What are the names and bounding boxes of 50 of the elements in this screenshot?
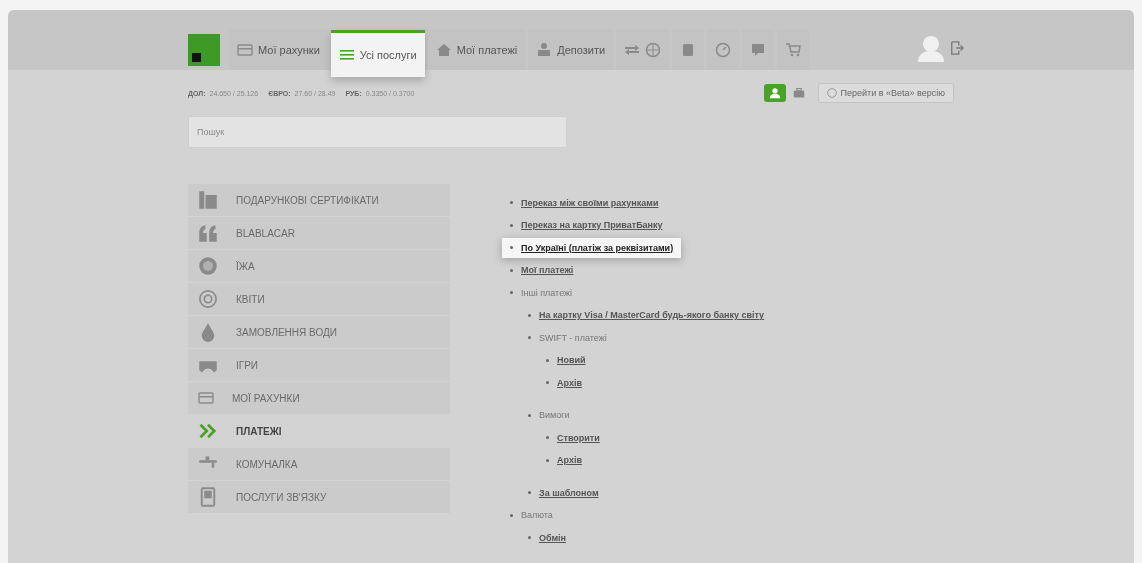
list-icon <box>338 47 355 63</box>
dial-icon <box>715 42 732 58</box>
sidebar-item[interactable]: ПЛАТЕЖІ <box>188 415 450 447</box>
menu-group-label: Валюта <box>521 510 553 520</box>
beta-button[interactable]: Перейти в «Beta» версію <box>817 83 954 103</box>
menu-link[interactable]: Мої платежі <box>521 265 574 275</box>
globe-icon <box>645 42 662 58</box>
menu-group-label: Інші платежі <box>521 287 573 298</box>
circle-icon <box>826 88 837 98</box>
menu-link[interactable]: Архів <box>557 377 582 388</box>
menu-link[interactable]: По Україні (платіж за реквізитами) <box>521 242 674 253</box>
menu-link[interactable]: Створити <box>557 432 600 443</box>
quote-icon <box>198 223 218 243</box>
chat-icon <box>750 42 767 58</box>
person-desk-icon <box>536 42 553 58</box>
house-icon <box>435 42 452 58</box>
sidebar-item[interactable]: КОМУНАЛКА <box>188 448 450 480</box>
menu-link[interactable]: Переказ між своїми рахунками <box>521 197 659 208</box>
sidebar-item[interactable]: ЇЖА <box>188 250 450 282</box>
mode-toggle[interactable] <box>763 84 786 102</box>
card-icon <box>237 42 253 58</box>
logo-icon[interactable] <box>188 34 220 66</box>
sidebar-item[interactable]: ПОСЛУГИ ЗВ'ЯЗКУ <box>188 481 450 513</box>
sidebar-item[interactable]: КВІТИ <box>188 283 450 315</box>
avatar-icon[interactable] <box>918 34 944 62</box>
menu-link[interactable]: Обмін <box>539 532 567 543</box>
sidebar-item[interactable]: ІГРИ <box>188 349 450 381</box>
sidebar-item[interactable]: ЗАМОВЛЕННЯ ВОДИ <box>188 316 450 348</box>
nav-tab[interactable]: Усі послуги <box>330 30 425 77</box>
certificate-icon <box>198 190 218 210</box>
sidebar-item[interactable]: BLABLACAR <box>188 217 450 249</box>
phone-icon <box>198 487 218 507</box>
cart-icon <box>785 42 802 58</box>
sidebar-item[interactable]: ПОДАРУНКОВІ СЕРТИФІКАТИ <box>188 184 450 216</box>
chevrons-icon <box>198 421 218 441</box>
menu-link[interactable]: Переказ на картку ПриватБанку <box>521 220 663 230</box>
exchange-icon <box>624 42 641 58</box>
card-icon <box>198 390 214 406</box>
menu-group-label: Вимоги <box>539 410 570 420</box>
logout-icon[interactable] <box>950 41 964 55</box>
sidebar-item[interactable]: МОЇ РАХУНКИ <box>188 382 450 414</box>
menu-link[interactable]: Новий <box>557 355 586 365</box>
menu-group-label: SWIFT - платежі <box>539 332 607 343</box>
menu-link[interactable]: На картку Visa / MasterCard будь-якого банку світу <box>539 310 765 320</box>
search-field[interactable]: Пошук <box>188 116 567 148</box>
briefcase-icon <box>792 87 805 99</box>
menu-link[interactable]: За шаблоном <box>539 487 599 498</box>
plate-icon <box>198 256 218 276</box>
menu-link[interactable]: Архів <box>557 455 582 465</box>
person-icon <box>768 87 781 99</box>
